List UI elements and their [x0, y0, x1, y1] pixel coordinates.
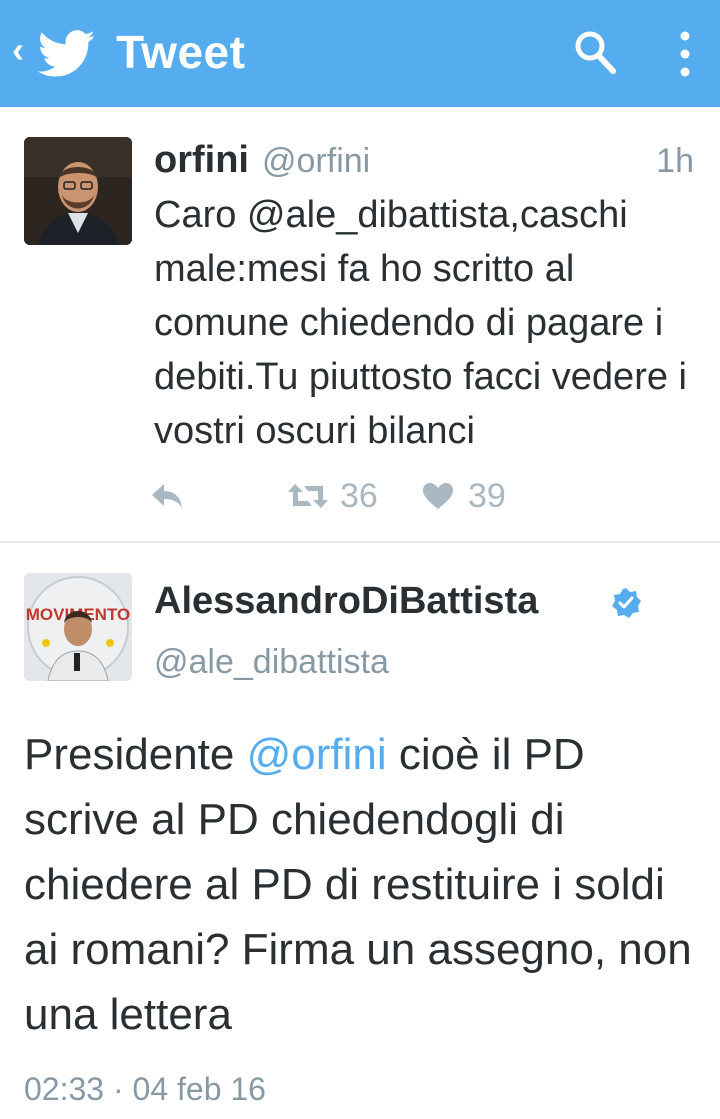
author-name[interactable]: orfini — [154, 138, 249, 182]
avatar[interactable]: MOVIMENTO — [24, 573, 132, 681]
verified-badge-icon — [612, 588, 641, 618]
author-name[interactable]: AlessandroDiBattista — [154, 578, 538, 624]
overflow-menu-icon[interactable] — [674, 28, 696, 80]
avatar-portrait-icon: MOVIMENTO — [24, 573, 132, 681]
mention-link[interactable]: @orfini — [247, 730, 387, 779]
twitter-bird-icon — [38, 30, 95, 77]
back-chevron-icon[interactable]: ‹ — [12, 30, 24, 70]
tweet-timestamp: 02:33 · 04 feb 16 — [24, 1071, 266, 1107]
retweet-count: 36 — [340, 477, 378, 515]
author-handle[interactable]: @ale_dibattista — [154, 640, 389, 684]
tweet-text: Presidente @orfini cioè il PD scrive al … — [24, 722, 704, 1047]
top-app-bar: ‹ Tweet — [0, 0, 720, 107]
tweet-time: 1h — [656, 142, 694, 180]
author-handle[interactable]: @orfini — [262, 140, 370, 182]
page-title: Tweet — [116, 26, 246, 78]
heart-icon[interactable] — [422, 482, 454, 510]
tweet-text-start: Presidente — [24, 730, 247, 779]
avatar-portrait-icon — [24, 137, 132, 245]
reply-icon[interactable] — [150, 482, 184, 510]
avatar[interactable] — [24, 137, 132, 245]
tweet-text: Caro @ale_dibattista,caschi male:mesi fa… — [154, 194, 687, 452]
search-icon[interactable] — [572, 28, 618, 76]
retweet-icon[interactable] — [286, 480, 330, 512]
tweet-divider — [0, 541, 720, 543]
like-count: 39 — [468, 477, 506, 515]
